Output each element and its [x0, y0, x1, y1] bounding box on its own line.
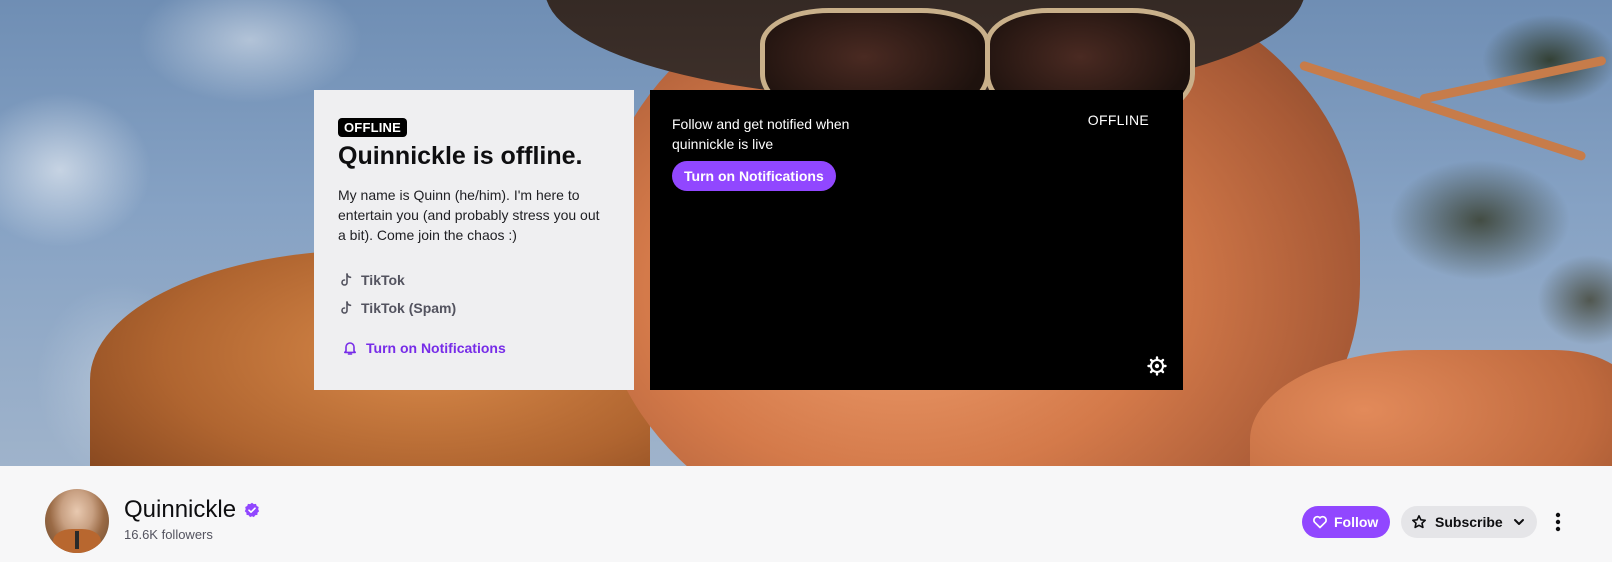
more-options-button[interactable]	[1548, 510, 1568, 534]
gear-icon[interactable]	[1147, 356, 1167, 376]
video-player[interactable]: Follow and get notified when quinnickle …	[650, 90, 1183, 390]
subscribe-button[interactable]: Subscribe	[1401, 506, 1537, 538]
turn-on-notifications-link[interactable]: Turn on Notifications	[342, 340, 610, 356]
social-link-label: TikTok	[361, 272, 405, 288]
subscribe-label: Subscribe	[1435, 514, 1503, 530]
follow-label: Follow	[1334, 514, 1379, 530]
offline-badge: OFFLINE	[338, 118, 408, 137]
offline-title: Quinnickle is offline.	[338, 142, 583, 170]
channel-info-bar: Quinnickle 16.6K followers Follow Subscr…	[0, 466, 1612, 562]
notifications-label: Turn on Notifications	[366, 339, 506, 356]
tiktok-icon	[341, 273, 352, 286]
verified-badge-icon	[244, 502, 260, 518]
channel-name[interactable]: Quinnickle	[124, 496, 236, 524]
player-turn-on-notifications-button[interactable]: Turn on Notifications	[672, 161, 836, 191]
follow-button[interactable]: Follow	[1302, 506, 1391, 538]
bell-icon	[344, 341, 356, 355]
offline-info-card: OFFLINE Quinnickle is offline. My name i…	[314, 90, 634, 390]
channel-bio: My name is Quinn (he/him). I'm here to e…	[338, 186, 600, 243]
social-link-tiktok[interactable]: TikTok	[338, 271, 610, 290]
follower-count: 16.6K followers	[124, 527, 213, 542]
more-vertical-icon	[1555, 512, 1561, 532]
heart-icon	[1313, 515, 1327, 529]
channel-name-row: Quinnickle	[124, 496, 260, 524]
avatar[interactable]	[45, 489, 109, 553]
chevron-down-icon	[1513, 519, 1524, 525]
tiktok-icon	[341, 301, 352, 314]
banner-tree	[1300, 0, 1612, 380]
player-offline-status: OFFLINE	[1087, 112, 1149, 128]
avatar-tie	[75, 531, 79, 549]
social-link-tiktok-spam[interactable]: TikTok (Spam)	[338, 299, 610, 318]
player-follow-message: Follow and get notified when quinnickle …	[672, 116, 850, 152]
star-icon	[1412, 515, 1426, 529]
social-link-label: TikTok (Spam)	[361, 300, 457, 316]
